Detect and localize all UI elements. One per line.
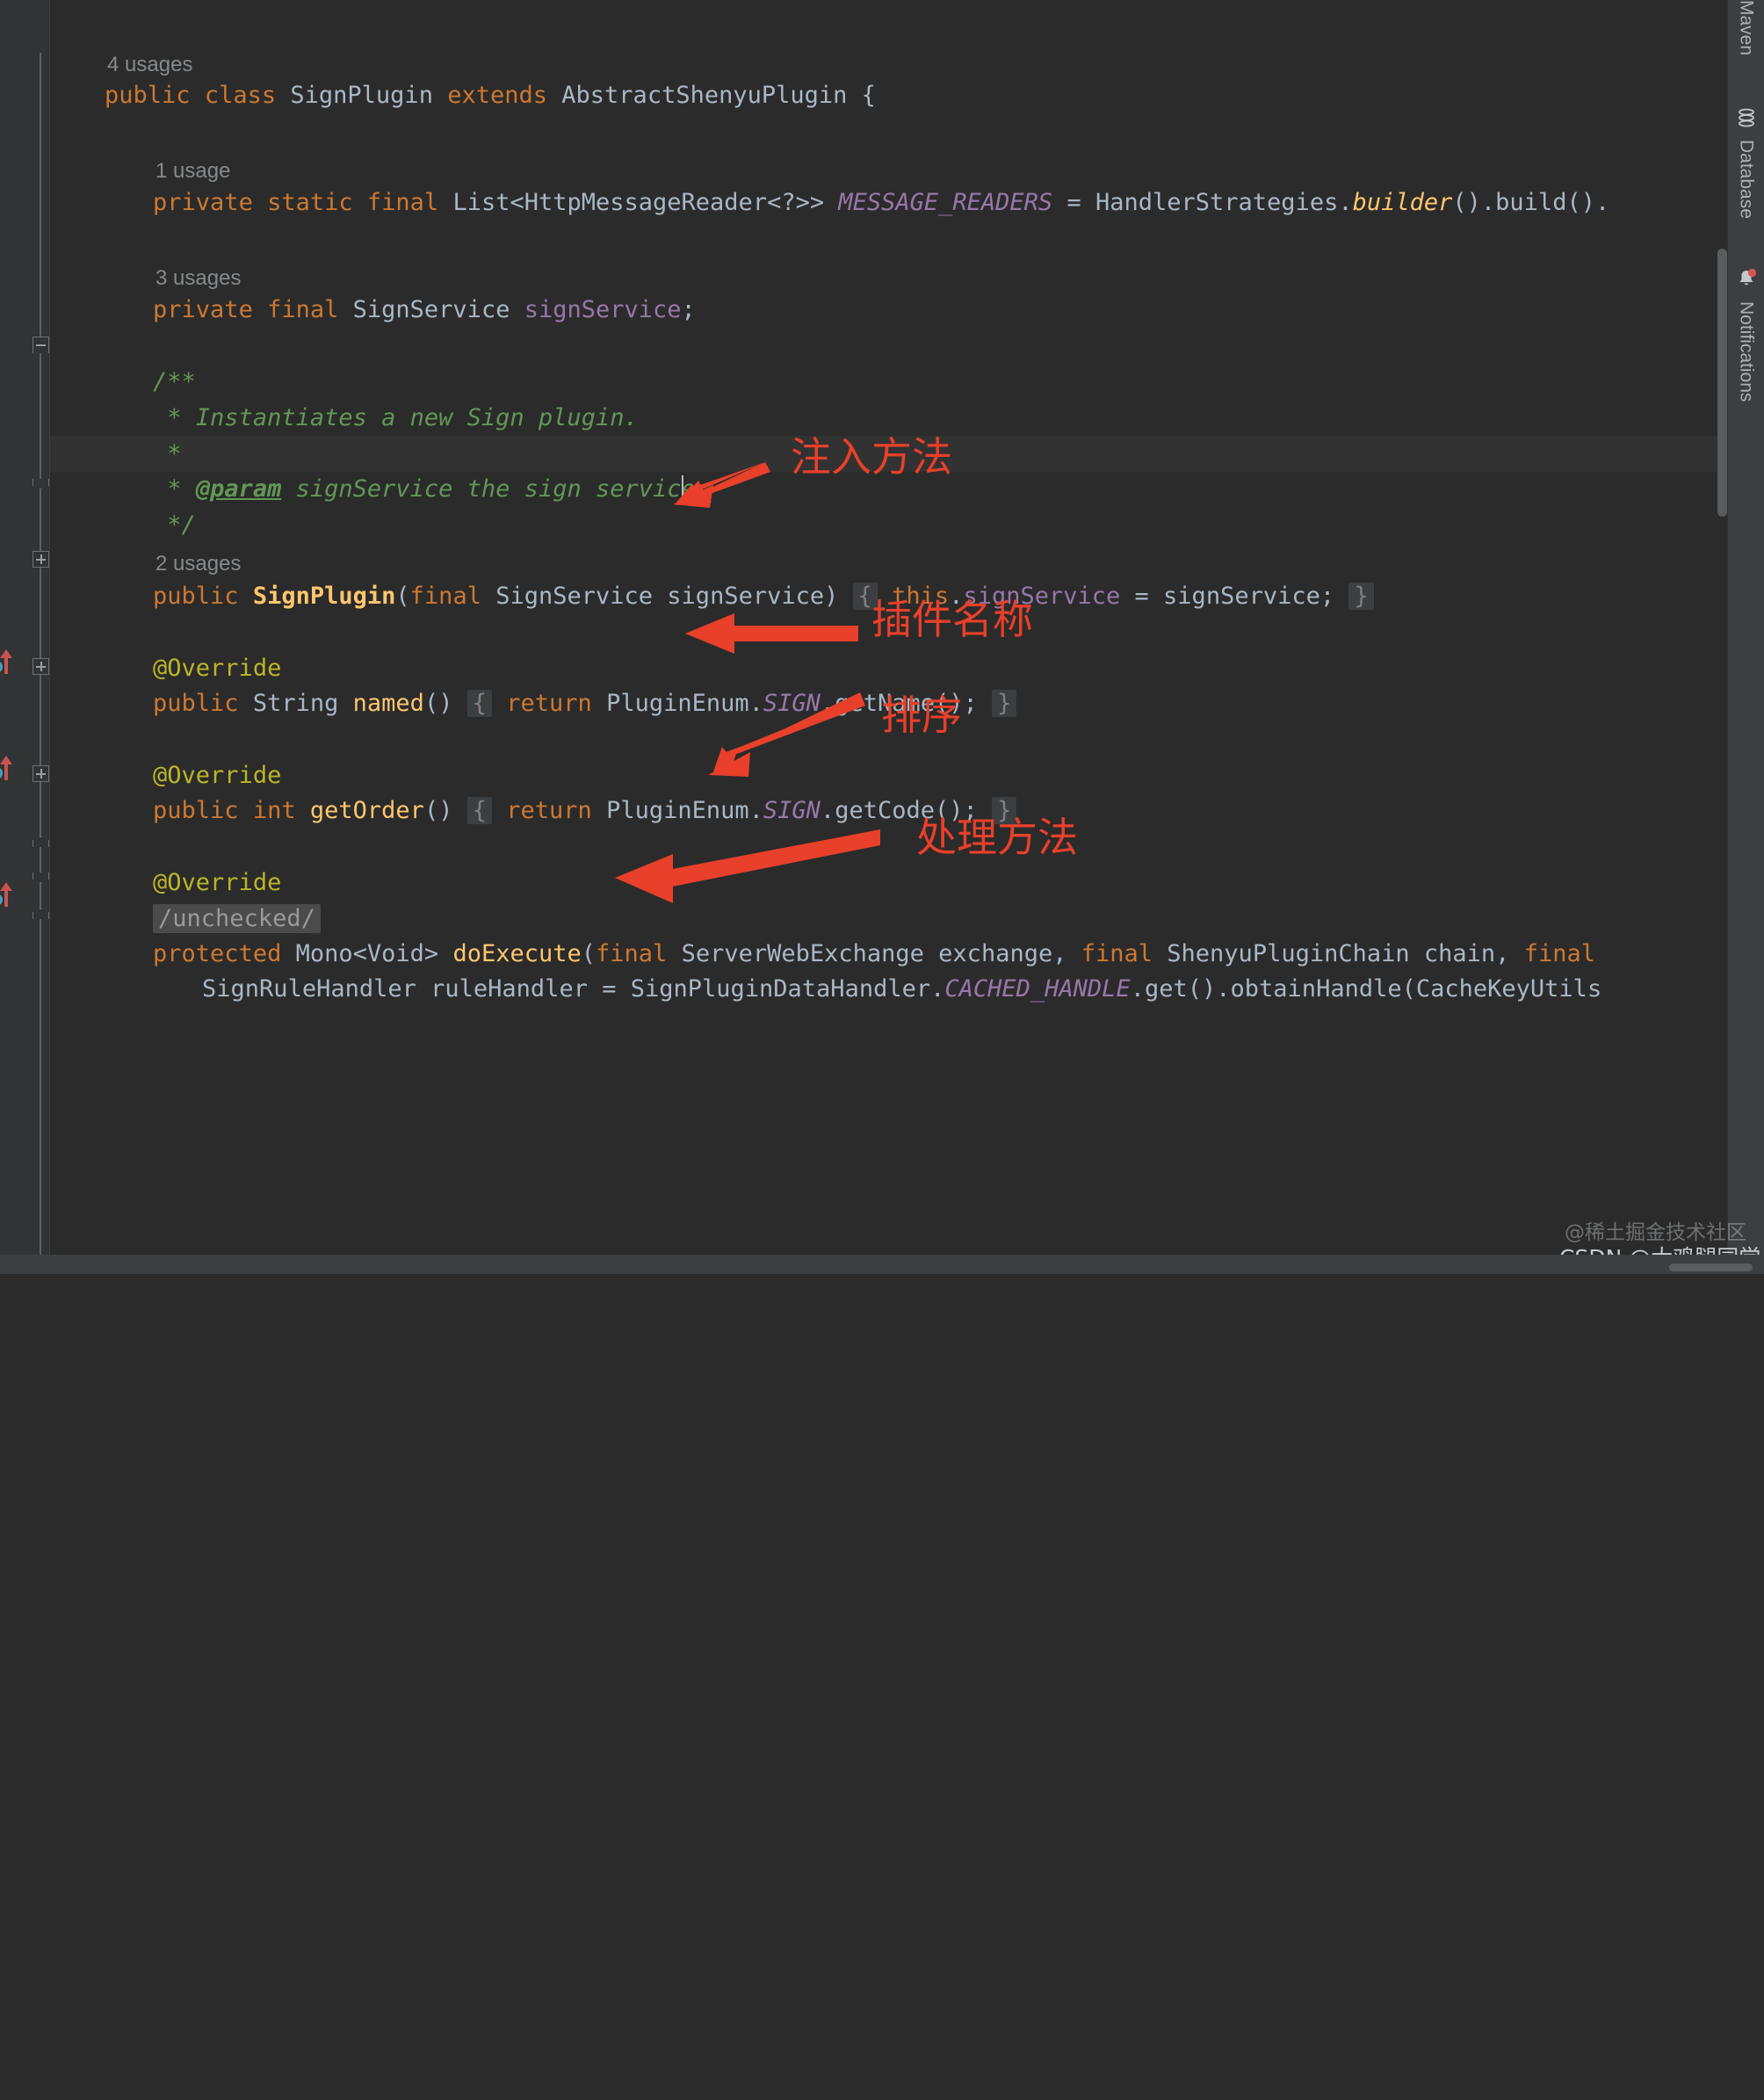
editor-gutter bbox=[0, 0, 50, 1274]
folded-brace-named-close[interactable]: } bbox=[992, 689, 1017, 717]
fold-marker-javadoc-end[interactable] bbox=[33, 479, 49, 489]
keyword-final-1: final bbox=[366, 188, 439, 216]
keyword-public: public bbox=[105, 81, 191, 109]
folded-brace-getorder[interactable]: { bbox=[466, 796, 492, 824]
fold-marker-doexecute-anno[interactable] bbox=[33, 836, 49, 847]
code-line-javadoc-blank[interactable]: * bbox=[96, 401, 1764, 467]
tool-window-button-database[interactable]: Database bbox=[1736, 99, 1757, 228]
keyword-int: int bbox=[252, 796, 296, 824]
keyword-class: class bbox=[204, 81, 277, 109]
keyword-private-2: private bbox=[153, 295, 253, 323]
type-list-httpmessagereader[interactable]: List<HttpMessageReader<?>> bbox=[452, 189, 824, 216]
code-line-usages-messagereaders: 1 usage bbox=[98, 117, 1764, 183]
this-field-signservice[interactable]: signService bbox=[963, 583, 1120, 610]
fold-marker-named[interactable] bbox=[33, 658, 49, 675]
code-line-doexecute[interactable]: protected Mono<Void> doExecute(final Ser… bbox=[96, 901, 1764, 967]
class-name-abstractshenyuplugin[interactable]: AbstractShenyuPlugin bbox=[561, 82, 847, 109]
method-builder[interactable]: builder bbox=[1353, 189, 1453, 216]
fold-marker-getorder[interactable] bbox=[33, 765, 49, 782]
code-line-rulehandler[interactable]: SignRuleHandler ruleHandler = SignPlugin… bbox=[145, 936, 1764, 1003]
assign-signservice[interactable]: signService bbox=[1163, 583, 1320, 610]
method-name-named[interactable]: named bbox=[353, 690, 424, 717]
field-signservice[interactable]: signService bbox=[524, 296, 682, 323]
fold-marker-constructor[interactable] bbox=[33, 551, 49, 568]
class-name-signplugin[interactable]: SignPlugin bbox=[290, 82, 433, 109]
code-line-javadoc-summary[interactable]: * Instantiates a new Sign plugin. bbox=[96, 365, 1764, 431]
type-pluginenum-getorder[interactable]: PluginEnum bbox=[606, 797, 749, 824]
tool-window-button-notifications[interactable]: Notifications bbox=[1736, 259, 1757, 410]
implementing-method-icon-getorder[interactable] bbox=[0, 752, 12, 780]
code-line-override-doexecute[interactable]: @Override bbox=[96, 829, 1764, 896]
enum-const-sign-getorder[interactable]: SIGN bbox=[763, 797, 821, 824]
keyword-private-1: private bbox=[153, 188, 253, 216]
fold-marker-doexecute-body[interactable] bbox=[33, 909, 49, 919]
keyword-static: static bbox=[267, 188, 353, 216]
code-line-override-named[interactable]: @Override bbox=[96, 615, 1764, 682]
constructor-name[interactable]: SignPlugin bbox=[253, 583, 396, 610]
code-line-javadoc-open[interactable]: /** bbox=[96, 329, 1764, 395]
folded-brace-named[interactable]: { bbox=[466, 689, 492, 717]
tool-window-label-maven: Maven bbox=[1736, 0, 1757, 56]
code-line-override-getorder[interactable]: @Override bbox=[96, 722, 1764, 789]
param-name-signservice[interactable]: signService bbox=[667, 583, 824, 610]
method-name-getorder[interactable]: getOrder bbox=[310, 797, 424, 824]
code-line-constructor[interactable]: public SignPlugin(final SignService sign… bbox=[96, 543, 1764, 610]
fold-marker-javadoc-collapse[interactable] bbox=[33, 337, 49, 353]
code-line-usages-class: 4 usages bbox=[50, 11, 1764, 76]
implementing-method-icon-named[interactable] bbox=[0, 646, 12, 674]
enum-const-sign-named[interactable]: SIGN bbox=[763, 690, 821, 717]
code-line-clipped[interactable]: if (Objects.isNull(ruleHandler) || Objec… bbox=[145, 971, 1764, 990]
keyword-public-ctor: public bbox=[153, 582, 239, 610]
tool-window-label-notifications: Notifications bbox=[1736, 301, 1757, 402]
fold-marker-unchecked[interactable] bbox=[33, 873, 49, 883]
keyword-extends: extends bbox=[447, 81, 548, 109]
type-signservice-field[interactable]: SignService bbox=[353, 296, 510, 323]
folded-brace-getorder-close[interactable]: } bbox=[992, 796, 1017, 824]
right-tool-window-stripe: Maven Database Notifications bbox=[1727, 0, 1764, 1274]
code-line-signservice-field[interactable]: private final SignService signService; bbox=[96, 257, 1764, 323]
keyword-public-getorder: public bbox=[153, 796, 239, 824]
code-line-javadoc-close[interactable]: */ bbox=[96, 472, 1764, 539]
database-icon bbox=[1737, 108, 1756, 133]
method-getname[interactable]: getName bbox=[835, 690, 935, 717]
type-handlerstrategies[interactable]: HandlerStrategies bbox=[1095, 189, 1338, 216]
code-line-usages-signservice: 3 usages bbox=[98, 224, 1764, 290]
editor-horizontal-scrollbar[interactable] bbox=[1669, 1264, 1753, 1271]
code-line-getorder[interactable]: public int getOrder() { return PluginEnu… bbox=[96, 757, 1764, 824]
code-line-unchecked-fold[interactable]: /unchecked/ bbox=[96, 865, 1764, 933]
keyword-final-ctor: final bbox=[409, 582, 481, 610]
keyword-return-getorder: return bbox=[506, 796, 592, 824]
editor-bottom-bar bbox=[0, 1255, 1764, 1274]
bell-icon bbox=[1736, 268, 1757, 294]
field-message-readers[interactable]: MESSAGE_READERS bbox=[838, 189, 1052, 216]
implementing-method-icon-doexecute[interactable] bbox=[0, 879, 12, 907]
return-type-string: String bbox=[252, 689, 339, 717]
tool-window-label-database: Database bbox=[1736, 140, 1757, 219]
folded-brace-constructor[interactable]: { bbox=[852, 582, 878, 610]
keyword-final-2: final bbox=[267, 295, 339, 323]
code-line-usages-constructor: 2 usages bbox=[98, 510, 1764, 576]
code-line-named[interactable]: public String named() { return PluginEnu… bbox=[96, 650, 1764, 717]
keyword-return-named: return bbox=[506, 689, 592, 717]
code-editor[interactable]: 4 usages public class SignPlugin extends… bbox=[50, 0, 1764, 1274]
editor-vertical-scrollbar[interactable] bbox=[1717, 249, 1727, 517]
folded-brace-constructor-close[interactable]: } bbox=[1348, 582, 1374, 610]
method-getcode[interactable]: getCode bbox=[835, 797, 935, 824]
tool-window-button-maven[interactable]: Maven bbox=[1736, 0, 1757, 64]
keyword-this: this bbox=[892, 582, 950, 610]
code-line-message-readers[interactable]: private static final List<HttpMessageRea… bbox=[96, 149, 1764, 216]
code-line-class-declaration[interactable]: public class SignPlugin extends Abstract… bbox=[47, 42, 1764, 109]
code-folding-stripe[interactable] bbox=[31, 0, 50, 1274]
code-line-javadoc-param[interactable]: * @param signService the sign service bbox=[96, 436, 1764, 503]
method-build[interactable]: build bbox=[1495, 189, 1566, 216]
type-pluginenum-named[interactable]: PluginEnum bbox=[606, 690, 749, 717]
keyword-public-named: public bbox=[153, 689, 239, 717]
param-type-signservice[interactable]: SignService bbox=[495, 583, 653, 610]
